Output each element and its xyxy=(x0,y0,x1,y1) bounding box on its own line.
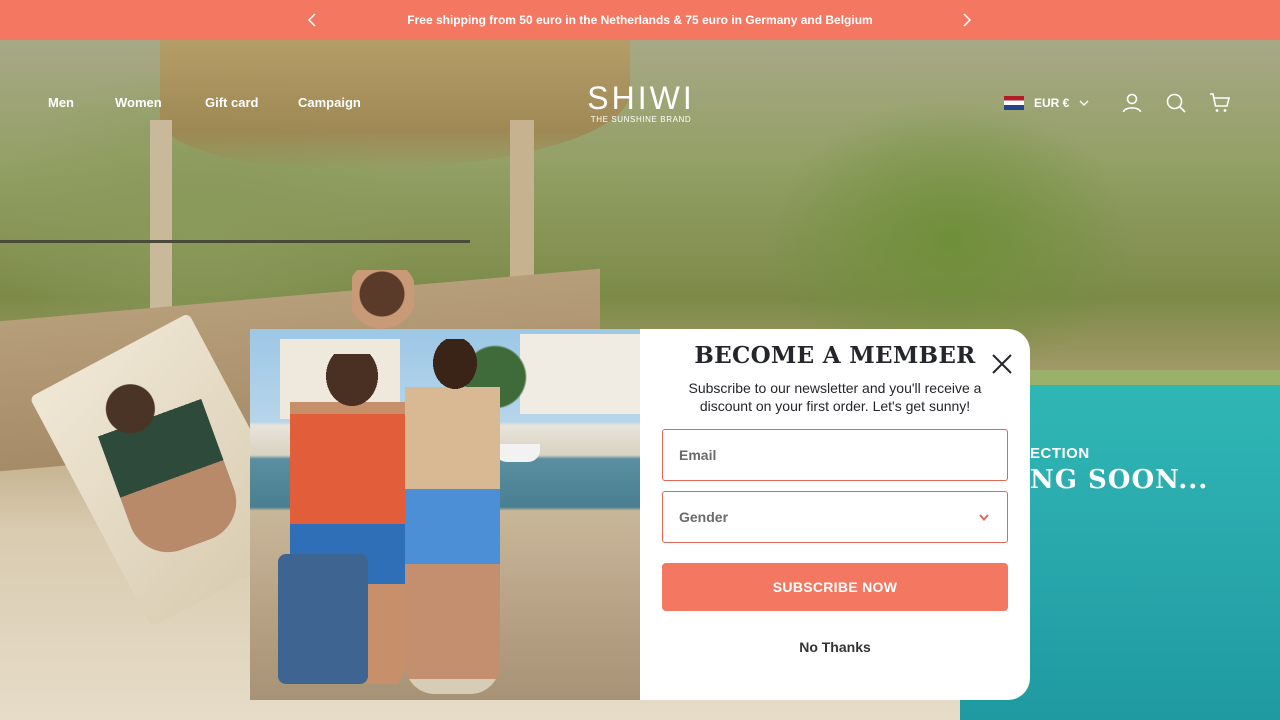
no-thanks-link[interactable]: No Thanks xyxy=(662,639,1008,655)
nav-gift-card[interactable]: Gift card xyxy=(205,95,258,110)
chevron-left-icon[interactable] xyxy=(303,10,323,30)
currency-selector[interactable]: EUR € xyxy=(1004,94,1091,112)
currency-label: EUR € xyxy=(1034,96,1070,110)
hero-collection-text: ECTION xyxy=(1030,445,1090,462)
hero-post xyxy=(150,120,172,330)
netherlands-flag-icon xyxy=(1004,96,1024,110)
popup-title: BECOME A MEMBER xyxy=(694,342,976,369)
search-icon[interactable] xyxy=(1164,91,1188,115)
subscribe-button[interactable]: SUBSCRIBE NOW xyxy=(662,563,1008,611)
popup-model-man xyxy=(405,339,500,694)
nav-men[interactable]: Men xyxy=(48,95,74,110)
announcement-bar: Free shipping from 50 euro in the Nether… xyxy=(0,0,1280,40)
gender-select[interactable]: Gender xyxy=(662,491,1008,543)
chevron-down-icon xyxy=(979,514,989,522)
popup-tote-bag xyxy=(278,554,368,684)
hero-railing xyxy=(0,240,470,243)
hero-coming-soon-text: NG SOON... xyxy=(1030,465,1209,495)
gender-placeholder: Gender xyxy=(679,509,729,525)
popup-image xyxy=(250,329,640,700)
announcement-text: Free shipping from 50 euro in the Nether… xyxy=(407,13,873,27)
email-field[interactable]: Email xyxy=(662,429,1008,481)
chevron-down-icon xyxy=(1079,100,1089,106)
nav-women[interactable]: Women xyxy=(115,95,162,110)
newsletter-popup: BECOME A MEMBER Subscribe to our newslet… xyxy=(250,329,1030,700)
chevron-right-icon[interactable] xyxy=(956,10,976,30)
popup-boat xyxy=(495,444,540,462)
popup-building xyxy=(520,334,640,414)
close-icon[interactable] xyxy=(990,352,1014,376)
popup-description: Subscribe to our newsletter and you'll r… xyxy=(688,380,982,414)
cart-icon[interactable] xyxy=(1208,91,1232,115)
email-placeholder: Email xyxy=(679,447,717,463)
hero-post xyxy=(510,120,534,300)
logo-wordmark: SHIWI xyxy=(587,80,695,116)
popup-form: BECOME A MEMBER Subscribe to our newslet… xyxy=(640,329,1030,700)
account-icon[interactable] xyxy=(1120,91,1144,115)
nav-campaign[interactable]: Campaign xyxy=(298,95,361,110)
logo-tagline: THE SUNSHINE BRAND xyxy=(590,115,692,124)
brand-logo[interactable]: SHIWI THE SUNSHINE BRAND xyxy=(579,82,703,124)
